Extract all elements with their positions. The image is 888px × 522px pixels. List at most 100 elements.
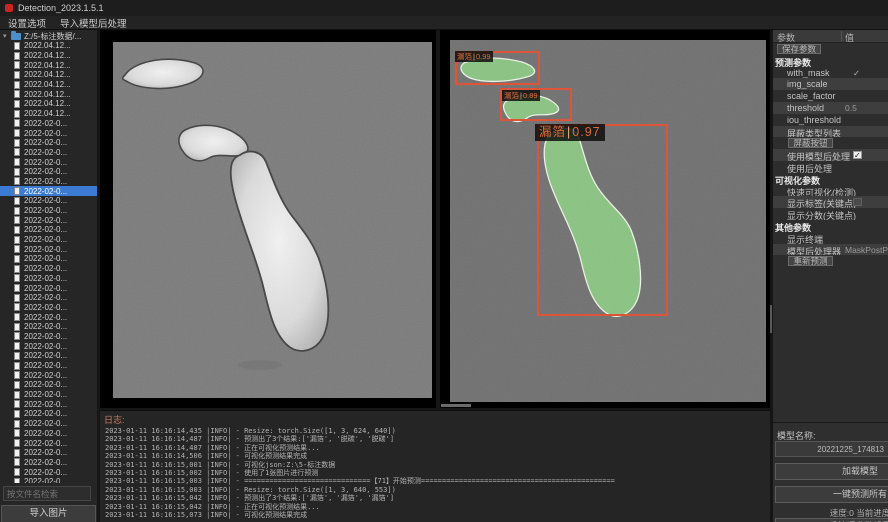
menu-item[interactable]: 设置选项 [8, 16, 46, 30]
tree-item[interactable]: 2022-02-0... [0, 370, 97, 380]
tree-item[interactable]: 2022-02-0... [0, 322, 97, 332]
tree-item[interactable]: 2022-02-0... [0, 254, 97, 264]
tree-item[interactable]: 2022-02-0... [0, 303, 97, 313]
tree-item[interactable]: 2022-02-0... [0, 119, 97, 129]
tree-item[interactable]: 2022-02-0... [0, 215, 97, 225]
tree-item[interactable]: 2022-02-0... [0, 448, 97, 458]
parameter-label[interactable]: img_scale [787, 79, 828, 89]
tree-item[interactable]: 2022.04.12... [0, 89, 97, 99]
parameter-value[interactable]: MaskPostPro [845, 245, 888, 255]
tree-item[interactable]: 2022-02-0... [0, 186, 97, 196]
tree-item[interactable]: 2022-02-0... [0, 274, 97, 284]
tree-item[interactable]: 2022-02-0... [0, 196, 97, 206]
tree-item[interactable]: 2022.04.12... [0, 99, 97, 109]
parameter-row[interactable]: 预测参数 [773, 55, 888, 67]
parameter-row[interactable]: 使用后处理 [773, 161, 888, 173]
log-panel: 日志: 2023-01-11 16:16:14,435 |INFO| - Res… [100, 410, 770, 522]
tree-item[interactable]: 2022-02-0... [0, 409, 97, 419]
parameter-label[interactable]: 保存参数 [777, 44, 821, 55]
horizontal-scrollbar[interactable] [441, 404, 471, 407]
parameter-label[interactable]: 屏蔽按钮 [788, 138, 833, 149]
parameter-label[interactable]: scale_factor [787, 91, 836, 101]
tree-item[interactable]: 2022-02-0... [0, 458, 97, 468]
parameter-checkbox[interactable] [853, 151, 862, 160]
chevron-down-icon[interactable]: ▾ [3, 32, 11, 40]
search-input[interactable] [3, 486, 91, 501]
tree-item[interactable]: 2022.04.12... [0, 60, 97, 70]
detection-box[interactable] [537, 124, 668, 316]
tree-item[interactable]: 2022-02-0... [0, 167, 97, 177]
menu-item[interactable]: 导入模型后处理 [60, 16, 127, 30]
raw-image-viewer[interactable] [100, 30, 436, 408]
tree-item[interactable]: 2022-02-0... [0, 293, 97, 303]
tree-item[interactable]: 2022-02-0... [0, 244, 97, 254]
tree-item[interactable]: 2022-02-0... [0, 419, 97, 429]
parameter-row[interactable]: 保存参数 [773, 43, 888, 55]
tree-item[interactable]: 2022-02-0... [0, 332, 97, 342]
vertical-scrollbar[interactable] [770, 305, 772, 333]
parameter-row[interactable]: 显示标签(关键点) [773, 196, 888, 208]
parameter-row[interactable]: 屏蔽按钮 [773, 137, 888, 149]
parameter-row[interactable]: 使用模型后处理 [773, 149, 888, 161]
parameter-row[interactable]: threshold 0.5 [773, 102, 888, 114]
import-image-button[interactable]: 导入图片 [1, 505, 96, 522]
tree-item[interactable]: 2022-02-0... [0, 128, 97, 138]
tree-item[interactable]: 2022.04.12... [0, 80, 97, 90]
parameter-label[interactable]: 重新预测 [788, 256, 833, 267]
parameter-row[interactable]: img_scale [773, 78, 888, 90]
tree-item[interactable]: 2022-02-0... [0, 390, 97, 400]
detection-image-viewer[interactable]: 漏箔|0.99 漏箔|0.89 漏箔|0.97 [440, 30, 770, 408]
parameter-row[interactable]: 模型后处理器 MaskPostPro [773, 244, 888, 256]
tree-item[interactable]: 2022-02-0... [0, 312, 97, 322]
parameter-label[interactable]: threshold [787, 103, 824, 113]
file-tree[interactable]: ▾ Z:/5-标注数据/... 2022.04.12... 2022.04.12… [0, 31, 97, 483]
tree-item[interactable]: 2022.04.12... [0, 51, 97, 61]
tree-item[interactable]: 2022-02-0... [0, 429, 97, 439]
parameter-row[interactable]: with_mask ✓ [773, 67, 888, 79]
tree-item[interactable]: 2022-02-0... [0, 148, 97, 158]
parameter-value[interactable]: 0.5 [845, 103, 857, 113]
file-icon [14, 458, 20, 466]
tree-item[interactable]: 2022-02-0... [0, 399, 97, 409]
tree-item-label: 2022-02-0... [24, 390, 67, 399]
parameter-row[interactable]: 其他参数 [773, 220, 888, 232]
tree-item[interactable]: 2022-02-0... [0, 264, 97, 274]
parameter-row[interactable]: iou_threshold [773, 114, 888, 126]
parameter-row[interactable]: scale_factor [773, 90, 888, 102]
tree-item[interactable]: 2022-02-0... [0, 341, 97, 351]
tree-item[interactable]: 2022.04.12... [0, 109, 97, 119]
tree-item-label: 2022.04.12... [24, 70, 71, 79]
tree-item[interactable]: 2022-02-0... [0, 351, 97, 361]
tree-item[interactable]: 2022-02-0... [0, 206, 97, 216]
parameter-row[interactable]: 快速可视化(检测) [773, 185, 888, 197]
tree-item-label: 2022-02-0... [24, 138, 67, 147]
predict-all-button[interactable]: 一键预测所有 [775, 486, 888, 503]
parameter-label[interactable]: with_mask [787, 68, 830, 78]
tree-item[interactable]: 2022-02-0 [0, 477, 97, 483]
file-icon [14, 449, 20, 457]
model-name-field[interactable]: 20221225_174813 [775, 441, 888, 457]
tree-item[interactable]: 2022-02-0... [0, 380, 97, 390]
tree-item[interactable]: 2022-02-0... [0, 438, 97, 448]
parameter-row[interactable]: 显示分数(关键点) [773, 208, 888, 220]
parameter-label[interactable]: iou_threshold [787, 115, 841, 125]
parameter-row[interactable]: 屏蔽类型列表 [773, 126, 888, 138]
postprocess-settings-button[interactable]: 后处理参数设置 [775, 518, 888, 522]
load-model-button[interactable]: 加载模型 [775, 463, 888, 480]
tree-item[interactable]: 2022-02-0... [0, 235, 97, 245]
tree-item[interactable]: 2022-02-0... [0, 177, 97, 187]
parameter-row[interactable]: 可视化参数 [773, 173, 888, 185]
tree-item[interactable]: 2022-02-0... [0, 157, 97, 167]
parameter-checkbox[interactable] [853, 198, 862, 207]
tree-item[interactable]: 2022.04.12... [0, 70, 97, 80]
tree-item[interactable]: 2022-02-0... [0, 361, 97, 371]
tree-root-folder[interactable]: ▾ Z:/5-标注数据/... [0, 31, 97, 41]
tree-item[interactable]: 2022-02-0... [0, 283, 97, 293]
parameter-row[interactable]: 重新预测 [773, 255, 888, 267]
tree-item[interactable]: 2022.04.12... [0, 41, 97, 51]
tree-item[interactable]: 2022-02-0... [0, 225, 97, 235]
tree-item[interactable]: 2022-02-0... [0, 467, 97, 477]
tree-item[interactable]: 2022-02-0... [0, 138, 97, 148]
parameter-value[interactable]: ✓ [853, 68, 860, 79]
parameter-row[interactable]: 显示终端 [773, 232, 888, 244]
